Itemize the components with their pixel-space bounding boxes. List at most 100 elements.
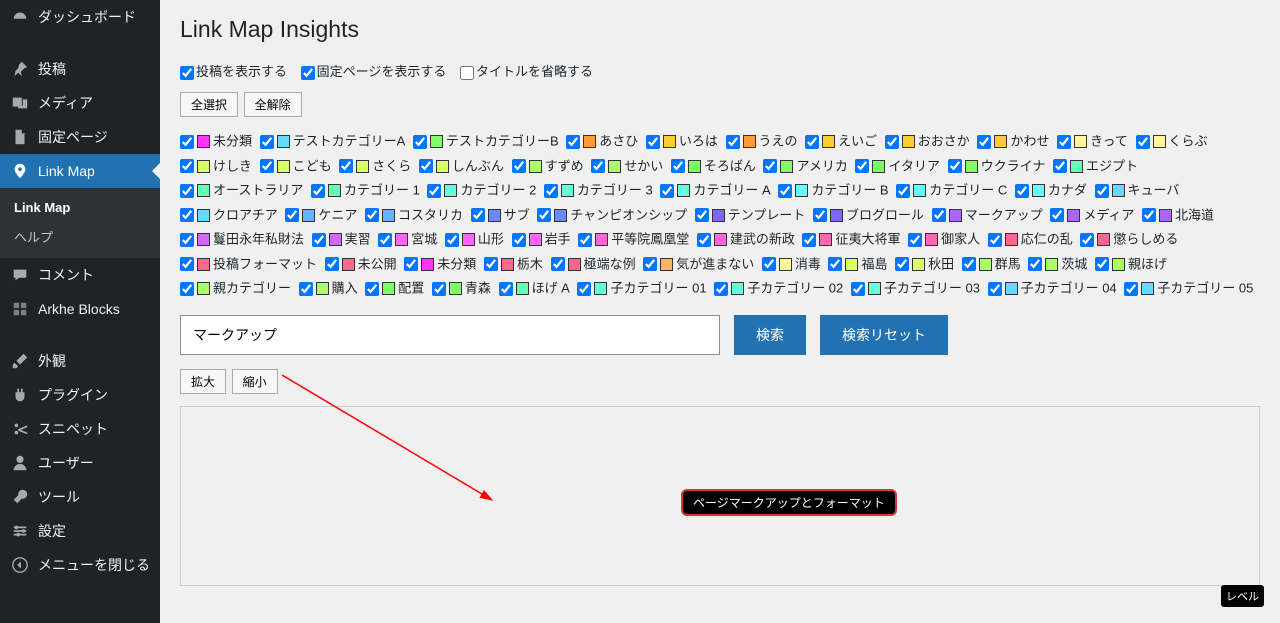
search-input[interactable] bbox=[180, 315, 720, 355]
category-checkbox[interactable] bbox=[260, 159, 274, 173]
sidebar-item-linkmap[interactable]: Link Map bbox=[0, 154, 160, 188]
category-checkbox[interactable] bbox=[671, 159, 685, 173]
zoom-out-button[interactable]: 縮小 bbox=[232, 369, 278, 394]
category-checkbox[interactable] bbox=[1095, 257, 1109, 271]
sidebar-item-users[interactable]: ユーザー bbox=[0, 446, 160, 480]
category-checkbox[interactable] bbox=[805, 135, 819, 149]
category-checkbox[interactable] bbox=[643, 257, 657, 271]
show-posts-checkbox[interactable] bbox=[180, 66, 194, 80]
sidebar-item-arkhe[interactable]: Arkhe Blocks bbox=[0, 292, 160, 326]
category-checkbox[interactable] bbox=[1142, 208, 1156, 222]
category-checkbox[interactable] bbox=[726, 135, 740, 149]
category-checkbox[interactable] bbox=[544, 184, 558, 198]
category-checkbox[interactable] bbox=[802, 233, 816, 247]
category-checkbox[interactable] bbox=[660, 184, 674, 198]
category-checkbox[interactable] bbox=[577, 282, 591, 296]
category-checkbox[interactable] bbox=[499, 282, 513, 296]
category-checkbox[interactable] bbox=[697, 233, 711, 247]
category-checkbox[interactable] bbox=[180, 282, 194, 296]
category-checkbox[interactable] bbox=[551, 257, 565, 271]
sidebar-item-dashboard[interactable]: ダッシュボード bbox=[0, 0, 160, 34]
category-checkbox[interactable] bbox=[1057, 135, 1071, 149]
category-checkbox[interactable] bbox=[445, 233, 459, 247]
category-checkbox[interactable] bbox=[285, 208, 299, 222]
category-checkbox[interactable] bbox=[180, 233, 194, 247]
category-checkbox[interactable] bbox=[714, 282, 728, 296]
search-button[interactable]: 検索 bbox=[734, 315, 806, 355]
category-checkbox[interactable] bbox=[1050, 208, 1064, 222]
category-checkbox[interactable] bbox=[778, 184, 792, 198]
sidebar-item-pages[interactable]: 固定ページ bbox=[0, 120, 160, 154]
category-checkbox[interactable] bbox=[762, 257, 776, 271]
sidebar-item-snippets[interactable]: スニペット bbox=[0, 412, 160, 446]
category-checkbox[interactable] bbox=[339, 159, 353, 173]
category-checkbox[interactable] bbox=[1053, 159, 1067, 173]
sidebar-item-appearance[interactable]: 外観 bbox=[0, 344, 160, 378]
category-checkbox[interactable] bbox=[432, 282, 446, 296]
category-checkbox[interactable] bbox=[180, 257, 194, 271]
category-checkbox[interactable] bbox=[1136, 135, 1150, 149]
show-pages-checkbox[interactable] bbox=[301, 66, 315, 80]
zoom-in-button[interactable]: 拡大 bbox=[180, 369, 226, 394]
category-checkbox[interactable] bbox=[299, 282, 313, 296]
sidebar-item-tools[interactable]: ツール bbox=[0, 480, 160, 514]
category-checkbox[interactable] bbox=[813, 208, 827, 222]
category-checkbox[interactable] bbox=[591, 159, 605, 173]
category-checkbox[interactable] bbox=[311, 184, 325, 198]
category-checkbox[interactable] bbox=[977, 135, 991, 149]
sidebar-item-posts[interactable]: 投稿 bbox=[0, 52, 160, 86]
sidebar-item-comments[interactable]: コメント bbox=[0, 258, 160, 292]
category-checkbox[interactable] bbox=[988, 233, 1002, 247]
category-checkbox[interactable] bbox=[1015, 184, 1029, 198]
category-checkbox[interactable] bbox=[646, 135, 660, 149]
category-checkbox[interactable] bbox=[325, 257, 339, 271]
category-checkbox[interactable] bbox=[404, 257, 418, 271]
category-checkbox[interactable] bbox=[1095, 184, 1109, 198]
select-all-button[interactable]: 全選択 bbox=[180, 92, 238, 117]
category-checkbox[interactable] bbox=[1080, 233, 1094, 247]
category-checkbox[interactable] bbox=[932, 208, 946, 222]
category-checkbox[interactable] bbox=[312, 233, 326, 247]
category-checkbox[interactable] bbox=[885, 135, 899, 149]
abbrev-checkbox[interactable] bbox=[460, 66, 474, 80]
category-checkbox[interactable] bbox=[413, 135, 427, 149]
category-checkbox[interactable] bbox=[512, 159, 526, 173]
submenu-help[interactable]: ヘルプ bbox=[0, 221, 160, 252]
category-checkbox[interactable] bbox=[1028, 257, 1042, 271]
search-reset-button[interactable]: 検索リセット bbox=[820, 315, 948, 355]
category-checkbox[interactable] bbox=[365, 208, 379, 222]
category-checkbox[interactable] bbox=[419, 159, 433, 173]
category-checkbox[interactable] bbox=[180, 208, 194, 222]
category-checkbox[interactable] bbox=[855, 159, 869, 173]
category-checkbox[interactable] bbox=[908, 233, 922, 247]
category-checkbox[interactable] bbox=[1124, 282, 1138, 296]
category-checkbox[interactable] bbox=[365, 282, 379, 296]
category-checkbox[interactable] bbox=[537, 208, 551, 222]
category-checkbox[interactable] bbox=[260, 135, 274, 149]
sidebar-item-settings[interactable]: 設定 bbox=[0, 514, 160, 548]
sidebar-item-collapse[interactable]: メニューを閉じる bbox=[0, 548, 160, 582]
category-checkbox[interactable] bbox=[180, 135, 194, 149]
category-checkbox[interactable] bbox=[695, 208, 709, 222]
category-checkbox[interactable] bbox=[578, 233, 592, 247]
category-checkbox[interactable] bbox=[763, 159, 777, 173]
deselect-all-button[interactable]: 全解除 bbox=[244, 92, 302, 117]
category-checkbox[interactable] bbox=[828, 257, 842, 271]
sidebar-item-plugins[interactable]: プラグイン bbox=[0, 378, 160, 412]
category-checkbox[interactable] bbox=[896, 184, 910, 198]
graph-node[interactable]: ページマークアップとフォーマット bbox=[681, 489, 897, 516]
category-checkbox[interactable] bbox=[378, 233, 392, 247]
category-checkbox[interactable] bbox=[180, 184, 194, 198]
category-checkbox[interactable] bbox=[962, 257, 976, 271]
sidebar-item-media[interactable]: メディア bbox=[0, 86, 160, 120]
category-checkbox[interactable] bbox=[988, 282, 1002, 296]
category-checkbox[interactable] bbox=[180, 159, 194, 173]
submenu-linkmap[interactable]: Link Map bbox=[0, 194, 160, 221]
category-checkbox[interactable] bbox=[566, 135, 580, 149]
category-checkbox[interactable] bbox=[512, 233, 526, 247]
category-checkbox[interactable] bbox=[948, 159, 962, 173]
category-checkbox[interactable] bbox=[484, 257, 498, 271]
category-checkbox[interactable] bbox=[471, 208, 485, 222]
category-checkbox[interactable] bbox=[895, 257, 909, 271]
graph-canvas[interactable]: ページマークアップとフォーマット bbox=[180, 406, 1260, 586]
